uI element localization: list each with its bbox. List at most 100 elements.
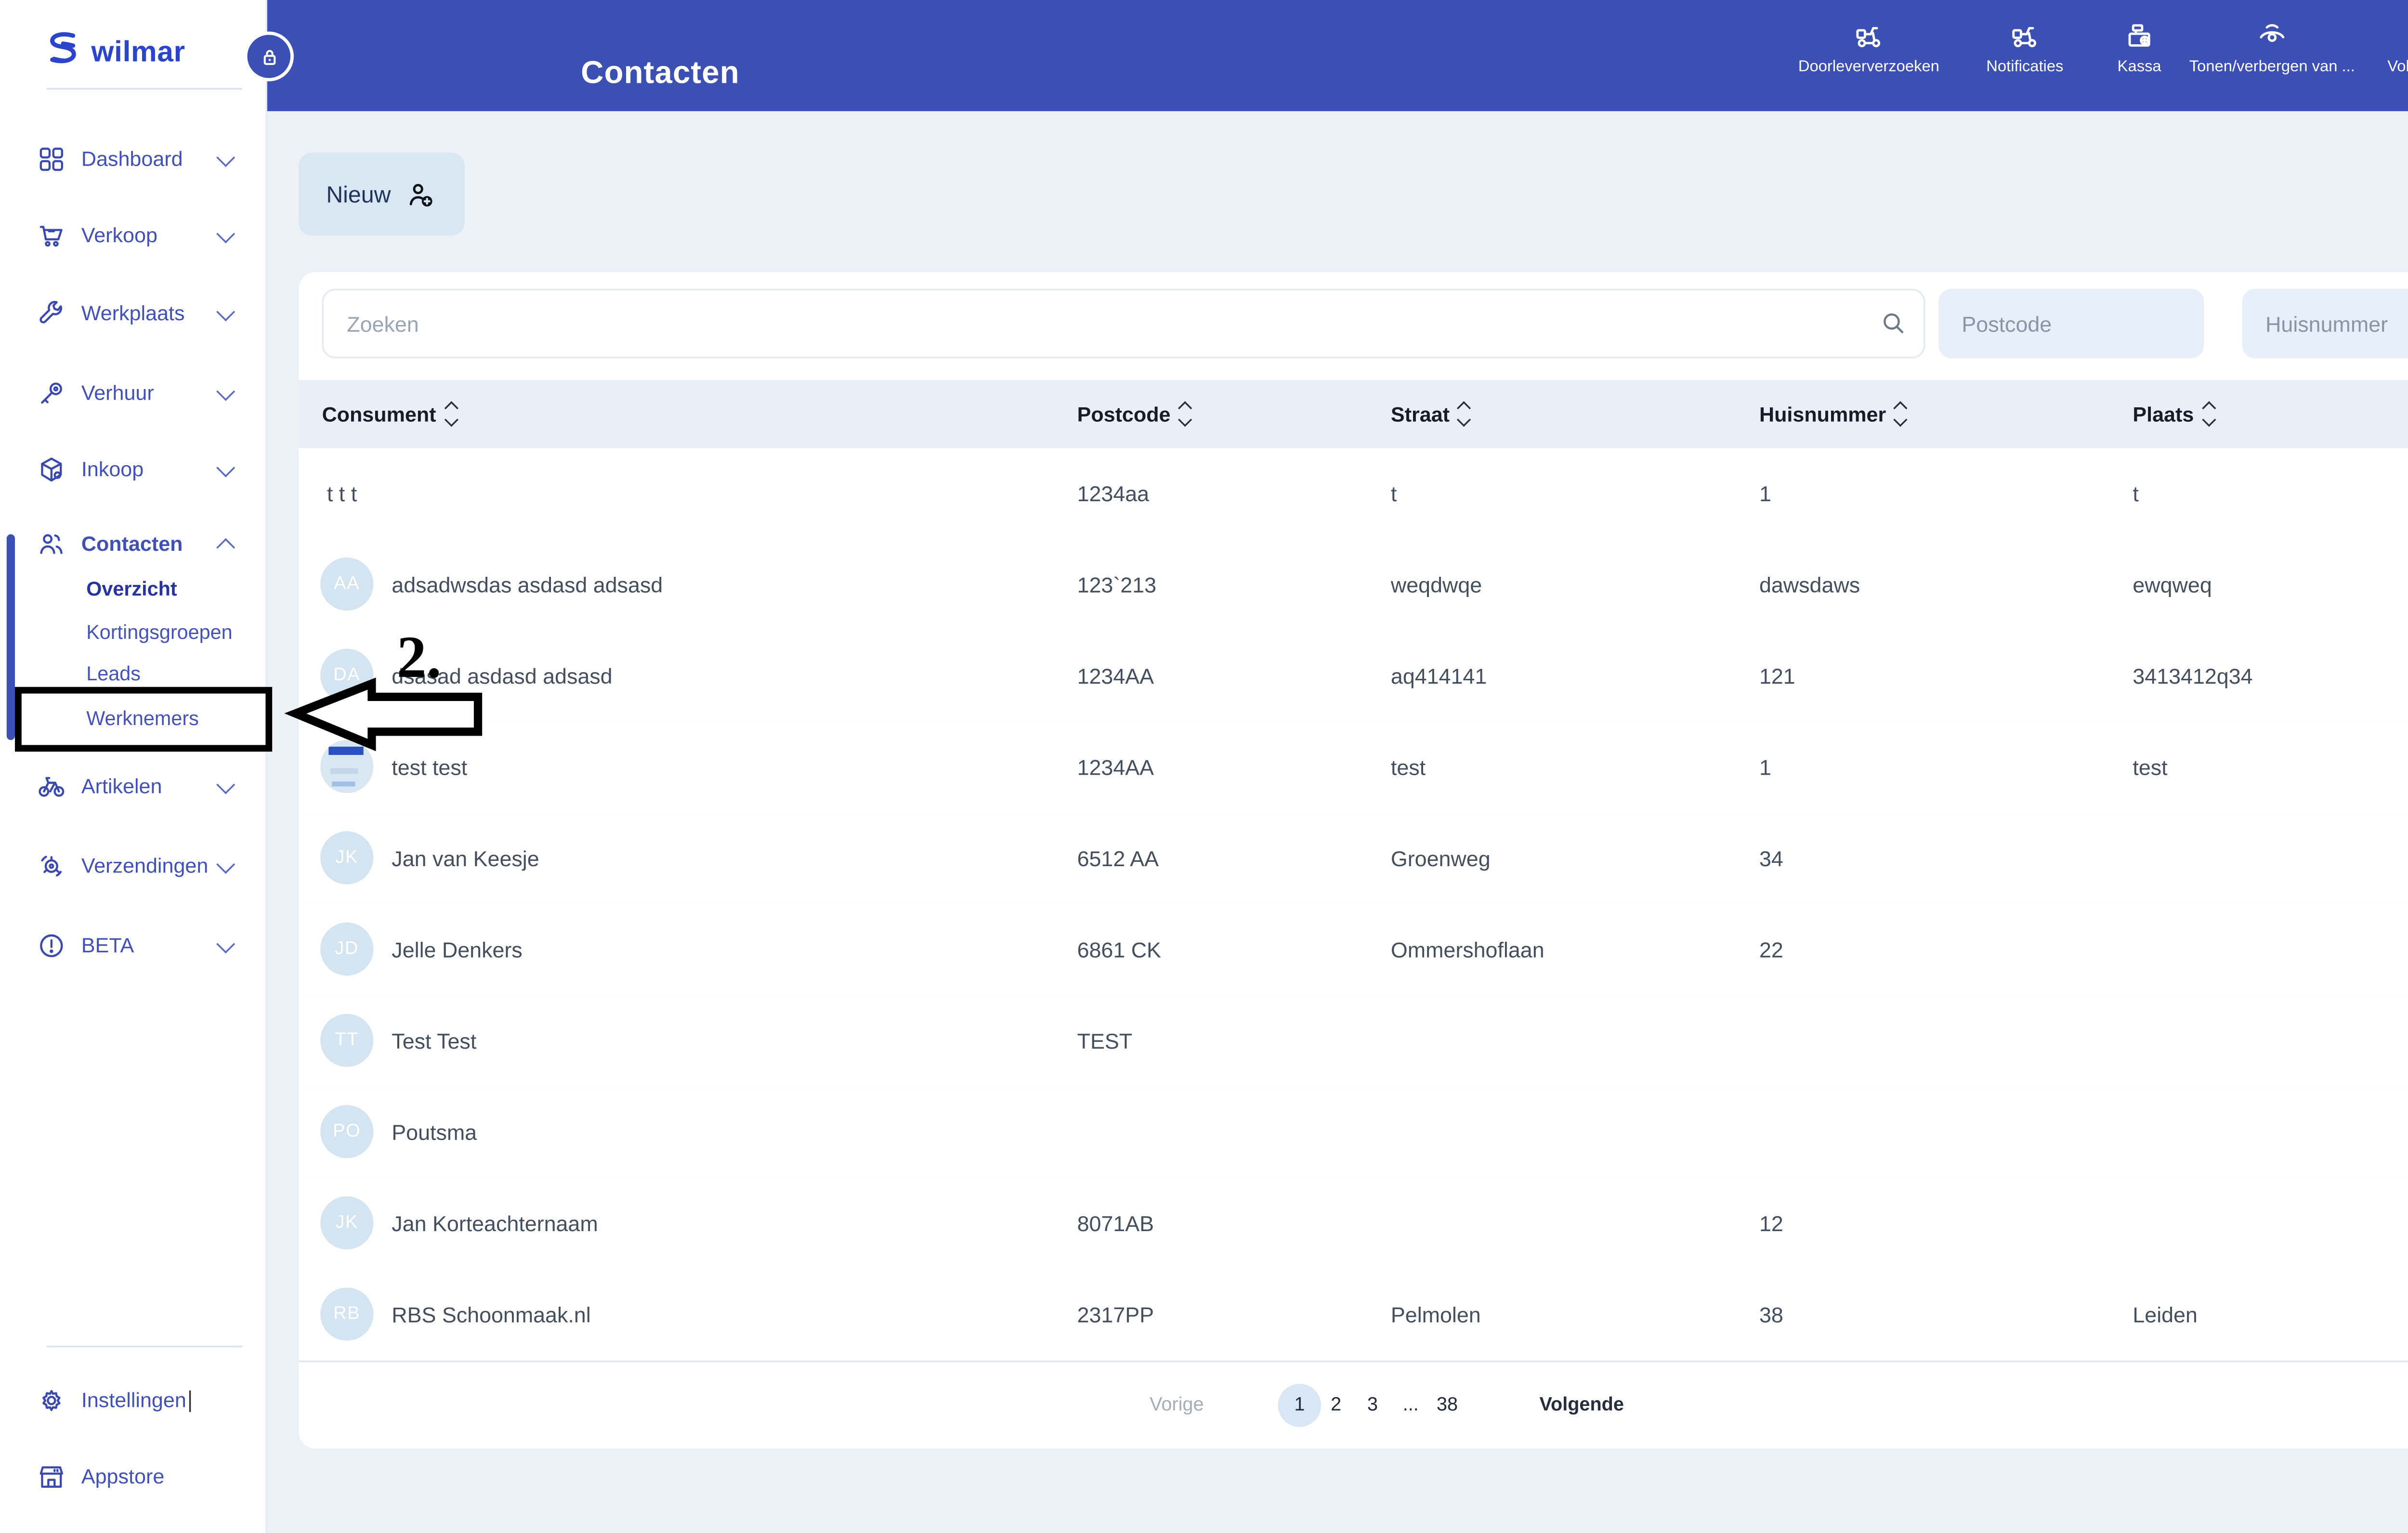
header-item-doorleververzoeken[interactable]: Doorleververzoeken bbox=[1778, 16, 1960, 99]
cell-postcode: 123`213 bbox=[1077, 539, 1156, 631]
chevron-down-icon bbox=[216, 147, 235, 166]
avatar: TT bbox=[320, 1014, 373, 1067]
cell-plaats: t bbox=[2133, 448, 2138, 539]
chevron-down-icon bbox=[216, 934, 235, 953]
cell-plaats: 3413412q34 bbox=[2133, 631, 2252, 722]
people-icon bbox=[37, 529, 66, 559]
cell-postcode: TEST bbox=[1077, 996, 1133, 1087]
cell-consument: t t t bbox=[327, 448, 357, 539]
sidebar-subitem-overzicht[interactable]: Overzicht bbox=[0, 569, 265, 609]
chevron-down-icon bbox=[216, 458, 235, 477]
sidebar-item-label: Contacten bbox=[81, 533, 183, 556]
cell-postcode: 1234AA bbox=[1077, 722, 1154, 813]
table-row[interactable]: t t t1234aat1t→ bbox=[299, 448, 2408, 541]
pagination-page-3[interactable]: 3 bbox=[1351, 1384, 1394, 1427]
table-header-row: Consument Postcode Straat Huisnummer Plaats bbox=[299, 380, 2408, 450]
column-header-huisnummer[interactable]: Huisnummer bbox=[1759, 380, 1906, 448]
sort-icon bbox=[1180, 403, 1191, 425]
table-row[interactable]: test test1234AAtest1test→ bbox=[299, 722, 2408, 815]
pagination-previous[interactable]: Vorige bbox=[1122, 1384, 1231, 1427]
bicycle-icon bbox=[37, 771, 66, 801]
postcode-filter-input[interactable] bbox=[1938, 289, 2204, 359]
text-cursor bbox=[190, 1390, 191, 1411]
huisnummer-filter-input[interactable] bbox=[2242, 289, 2408, 359]
avatar: AA bbox=[320, 558, 373, 611]
table-row[interactable]: DAdsasad asdasd adsasd1234AAaq4141411213… bbox=[299, 631, 2408, 724]
column-header-plaats[interactable]: Plaats bbox=[2133, 380, 2213, 448]
column-header-label: Consument bbox=[322, 403, 436, 426]
sidebar-item-artikelen[interactable]: Artikelen bbox=[0, 765, 265, 808]
cart-icon bbox=[37, 221, 66, 250]
sidebar-item-verhuur[interactable]: Verhuur bbox=[0, 372, 265, 415]
brand-logo[interactable]: wilmar bbox=[46, 30, 185, 73]
chevron-down-icon bbox=[216, 775, 235, 793]
cell-postcode: 6861 CK bbox=[1077, 904, 1161, 996]
sidebar-subitem-kortingsgroepen[interactable]: Kortingsgroepen bbox=[0, 612, 265, 652]
cell-straat: Pelmolen bbox=[1391, 1269, 1481, 1361]
column-header-straat[interactable]: Straat bbox=[1391, 380, 1469, 448]
table-row[interactable]: POPoutsma→ bbox=[299, 1087, 2408, 1180]
sidebar-subitem-label: Overzicht bbox=[86, 577, 177, 600]
cell-straat: Ommershoflaan bbox=[1391, 904, 1544, 996]
annotation-rectangle bbox=[15, 687, 272, 752]
column-header-label: Postcode bbox=[1077, 403, 1171, 426]
sidebar-item-inkoop[interactable]: Inkoop bbox=[0, 448, 265, 491]
cell-huisnummer: 38 bbox=[1759, 1269, 1783, 1361]
sidebar-divider bbox=[46, 88, 242, 90]
sidebar-item-label: BETA bbox=[81, 934, 134, 957]
sidebar-item-instellingen[interactable]: Instellingen bbox=[0, 1379, 265, 1422]
chevron-down-icon bbox=[216, 224, 235, 243]
sidebar-item-beta[interactable]: BETA bbox=[0, 924, 265, 968]
cell-plaats: ewqweq bbox=[2133, 539, 2212, 631]
sidebar-item-label: Inkoop bbox=[81, 458, 144, 481]
chevron-down-icon bbox=[216, 302, 235, 321]
cell-postcode: 8071AB bbox=[1077, 1178, 1154, 1270]
cell-postcode: 6512 AA bbox=[1077, 813, 1159, 905]
sort-icon bbox=[1896, 403, 1906, 425]
sidebar-divider bbox=[46, 1346, 242, 1347]
pagination-page-38[interactable]: 38 bbox=[1426, 1384, 1469, 1427]
column-header-label: Plaats bbox=[2133, 403, 2194, 426]
column-header-postcode[interactable]: Postcode bbox=[1077, 380, 1191, 448]
sidebar-item-dashboard[interactable]: Dashboard bbox=[0, 138, 265, 181]
table-row[interactable]: JKJan van Keesje6512 AAGroenweg34→ bbox=[299, 813, 2408, 906]
annotation-step-label: 2. bbox=[397, 627, 442, 687]
header-item-volledig-scherm[interactable]: Volledig scherm bbox=[2352, 16, 2408, 99]
table-row[interactable]: JDJelle Denkers6861 CKOmmershoflaan22→ bbox=[299, 904, 2408, 997]
new-contact-button[interactable]: Nieuw bbox=[299, 153, 465, 235]
header-item-tonen-verbergen-van[interactable]: Tonen/verbergen van ... bbox=[2181, 16, 2363, 99]
column-header-consument[interactable]: Consument bbox=[322, 380, 456, 448]
search-input[interactable] bbox=[322, 289, 1925, 359]
table-row[interactable]: JKJan Korteachternaam8071AB12→ bbox=[299, 1178, 2408, 1271]
grid-icon bbox=[37, 144, 66, 174]
wrench-icon bbox=[37, 299, 66, 328]
sidebar-item-verzendingen[interactable]: Verzendingen bbox=[0, 844, 265, 888]
cell-straat: t bbox=[1391, 448, 1397, 539]
sidebar-item-label: Instellingen bbox=[81, 1389, 186, 1412]
scooter-icon bbox=[2008, 20, 2042, 53]
sidebar-item-label: Verzendingen bbox=[81, 855, 208, 878]
sidebar-item-contacten[interactable]: Contacten bbox=[0, 523, 265, 566]
chevron-up-icon bbox=[216, 538, 235, 557]
cell-consument: Jelle Denkers bbox=[392, 904, 522, 996]
sidebar-item-label: Dashboard bbox=[81, 148, 183, 171]
sort-icon bbox=[2204, 403, 2214, 425]
search-icon[interactable] bbox=[1879, 309, 1907, 337]
header-item-label: Tonen/verbergen van ... bbox=[2181, 58, 2363, 77]
table-row[interactable]: TTTest TestTEST→ bbox=[299, 996, 2408, 1089]
table-row[interactable]: AAadsadwsdas asdasd adsasd123`213weqdwqe… bbox=[299, 539, 2408, 632]
sidebar-item-appstore[interactable]: Appstore bbox=[0, 1455, 265, 1498]
sidebar-item-werkplaats[interactable]: Werkplaats bbox=[0, 292, 265, 336]
cell-straat: weqdwqe bbox=[1391, 539, 1482, 631]
page-title: Contacten bbox=[581, 56, 739, 92]
cell-straat: Groenweg bbox=[1391, 813, 1491, 905]
cell-straat: test bbox=[1391, 722, 1426, 813]
lock-icon[interactable] bbox=[244, 31, 294, 81]
header-item-label: Volledig scherm bbox=[2352, 58, 2408, 77]
pagination-next[interactable]: Volgende bbox=[1520, 1384, 1643, 1427]
eye-icon bbox=[2255, 20, 2289, 53]
sidebar-item-verkoop[interactable]: Verkoop bbox=[0, 214, 265, 258]
table-row[interactable]: RBRBS Schoonmaak.nl2317PPPelmolen38Leide… bbox=[299, 1269, 2408, 1362]
chevron-down-icon bbox=[216, 381, 235, 400]
cell-huisnummer: 1 bbox=[1759, 722, 1771, 813]
